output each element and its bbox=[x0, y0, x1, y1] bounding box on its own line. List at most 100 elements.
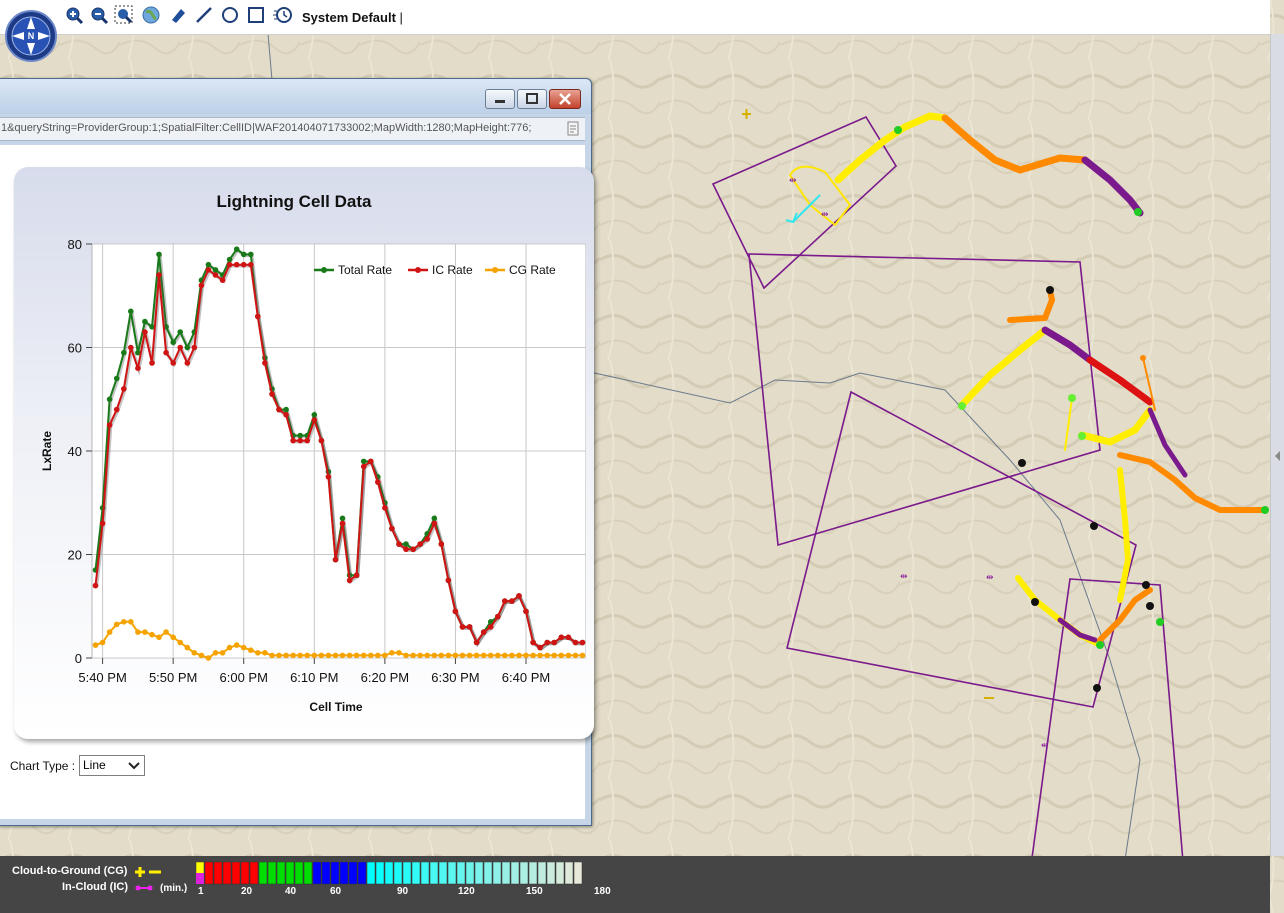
chart-legend: Total Rate IC Rate CG Rate bbox=[314, 263, 556, 277]
legend-color-block bbox=[330, 862, 340, 885]
legend-color-block bbox=[555, 862, 565, 885]
legend-color-block bbox=[564, 862, 574, 885]
profile-label[interactable]: System Default | bbox=[302, 10, 403, 25]
data-point bbox=[360, 458, 367, 465]
page-icon[interactable] bbox=[566, 121, 580, 136]
globe-icon[interactable] bbox=[141, 5, 161, 25]
svg-text:N: N bbox=[28, 31, 35, 41]
x-tick-label: 5:40 PM bbox=[78, 670, 126, 685]
data-point bbox=[431, 652, 438, 659]
legend-color-block bbox=[411, 862, 421, 885]
data-point bbox=[579, 639, 586, 646]
data-point bbox=[255, 313, 261, 320]
data-point bbox=[565, 652, 572, 659]
data-point bbox=[403, 652, 409, 659]
data-point bbox=[240, 251, 247, 258]
chart-type-label: Chart Type : bbox=[10, 759, 76, 773]
data-point bbox=[128, 308, 134, 315]
data-point bbox=[495, 613, 501, 620]
data-point bbox=[283, 652, 289, 659]
data-point bbox=[459, 624, 466, 630]
legend-color-block bbox=[276, 862, 286, 885]
data-point bbox=[360, 463, 367, 470]
y-tick-label: 40 bbox=[68, 444, 82, 459]
map-scrollbar[interactable] bbox=[1270, 34, 1284, 856]
data-point bbox=[240, 644, 247, 651]
legend-color-block bbox=[204, 862, 214, 885]
window-titlebar[interactable] bbox=[0, 79, 591, 114]
data-point bbox=[516, 593, 522, 599]
units-label: (min.) bbox=[160, 883, 188, 894]
data-point bbox=[297, 652, 304, 659]
data-point bbox=[438, 652, 445, 659]
data-point bbox=[205, 267, 212, 273]
data-point bbox=[325, 474, 332, 480]
x-axis-label: Cell Time bbox=[309, 700, 362, 714]
legend-color-block bbox=[321, 862, 331, 885]
minimize-icon[interactable] bbox=[485, 89, 515, 109]
legend-tick: 120 bbox=[458, 886, 475, 897]
legend-color-block bbox=[357, 862, 367, 885]
data-point bbox=[205, 261, 212, 268]
data-point bbox=[184, 360, 191, 366]
data-point bbox=[113, 621, 120, 628]
zoom-box-icon[interactable] bbox=[114, 5, 134, 25]
data-point bbox=[502, 652, 508, 659]
legend-color-block bbox=[231, 862, 241, 885]
address-bar[interactable]: 1&queryString=ProviderGroup:1;SpatialFil… bbox=[0, 117, 585, 141]
legend-color-block bbox=[474, 862, 484, 885]
draw-rectangle-icon[interactable] bbox=[246, 5, 266, 25]
data-point bbox=[431, 515, 438, 522]
data-point bbox=[226, 644, 233, 651]
data-point bbox=[177, 639, 183, 646]
data-point bbox=[473, 639, 480, 646]
legend-color-block bbox=[303, 862, 313, 885]
legend-color-block bbox=[285, 862, 295, 885]
y-tick-label: 0 bbox=[75, 651, 82, 666]
legend-color-block-ic bbox=[196, 873, 204, 884]
data-point bbox=[92, 582, 99, 589]
data-point bbox=[311, 652, 318, 659]
text-cursor: | bbox=[399, 10, 403, 25]
compass-icon[interactable]: N bbox=[5, 7, 57, 65]
data-point bbox=[339, 515, 346, 522]
data-point bbox=[269, 652, 275, 659]
data-point bbox=[212, 272, 219, 278]
data-point bbox=[92, 642, 99, 648]
data-point bbox=[184, 344, 191, 351]
data-point bbox=[516, 652, 522, 659]
data-point bbox=[480, 652, 487, 659]
data-point bbox=[466, 652, 473, 659]
data-point bbox=[304, 652, 311, 659]
data-point bbox=[523, 652, 529, 659]
data-point bbox=[262, 360, 268, 366]
data-point bbox=[121, 349, 127, 356]
legend-color-block bbox=[384, 862, 394, 885]
legend-color-block bbox=[267, 862, 277, 885]
eraser-icon[interactable] bbox=[168, 5, 188, 25]
data-point bbox=[565, 634, 572, 641]
clock-icon[interactable] bbox=[272, 5, 292, 25]
legend-tick: 40 bbox=[285, 886, 297, 897]
zoom-out-icon[interactable] bbox=[89, 5, 109, 25]
map-toolbar: System Default | bbox=[0, 0, 1270, 35]
legend-color-block bbox=[528, 862, 538, 885]
draw-line-icon[interactable] bbox=[194, 5, 214, 25]
chart-panel: Lightning Cell Data 0 20 40 60 80 5:40 PM 5:5… bbox=[14, 167, 594, 739]
svg-text:⇹: ⇹ bbox=[900, 571, 908, 581]
window-body: Lightning Cell Data 0 20 40 60 80 5:40 PM 5:5… bbox=[0, 145, 594, 819]
draw-circle-icon[interactable] bbox=[220, 5, 240, 25]
zoom-in-icon[interactable] bbox=[64, 5, 84, 25]
close-icon[interactable] bbox=[549, 89, 581, 109]
cg-symbol-icon bbox=[135, 867, 161, 877]
restore-icon[interactable] bbox=[517, 89, 547, 109]
data-point bbox=[233, 246, 240, 252]
data-point bbox=[530, 652, 536, 659]
chart-type-select[interactable]: Line bbox=[79, 755, 145, 776]
svg-text:⇹: ⇹ bbox=[821, 209, 829, 219]
data-point bbox=[191, 650, 198, 656]
data-point bbox=[233, 261, 240, 268]
data-point bbox=[572, 639, 579, 646]
data-point bbox=[248, 261, 254, 268]
data-point bbox=[558, 634, 565, 641]
